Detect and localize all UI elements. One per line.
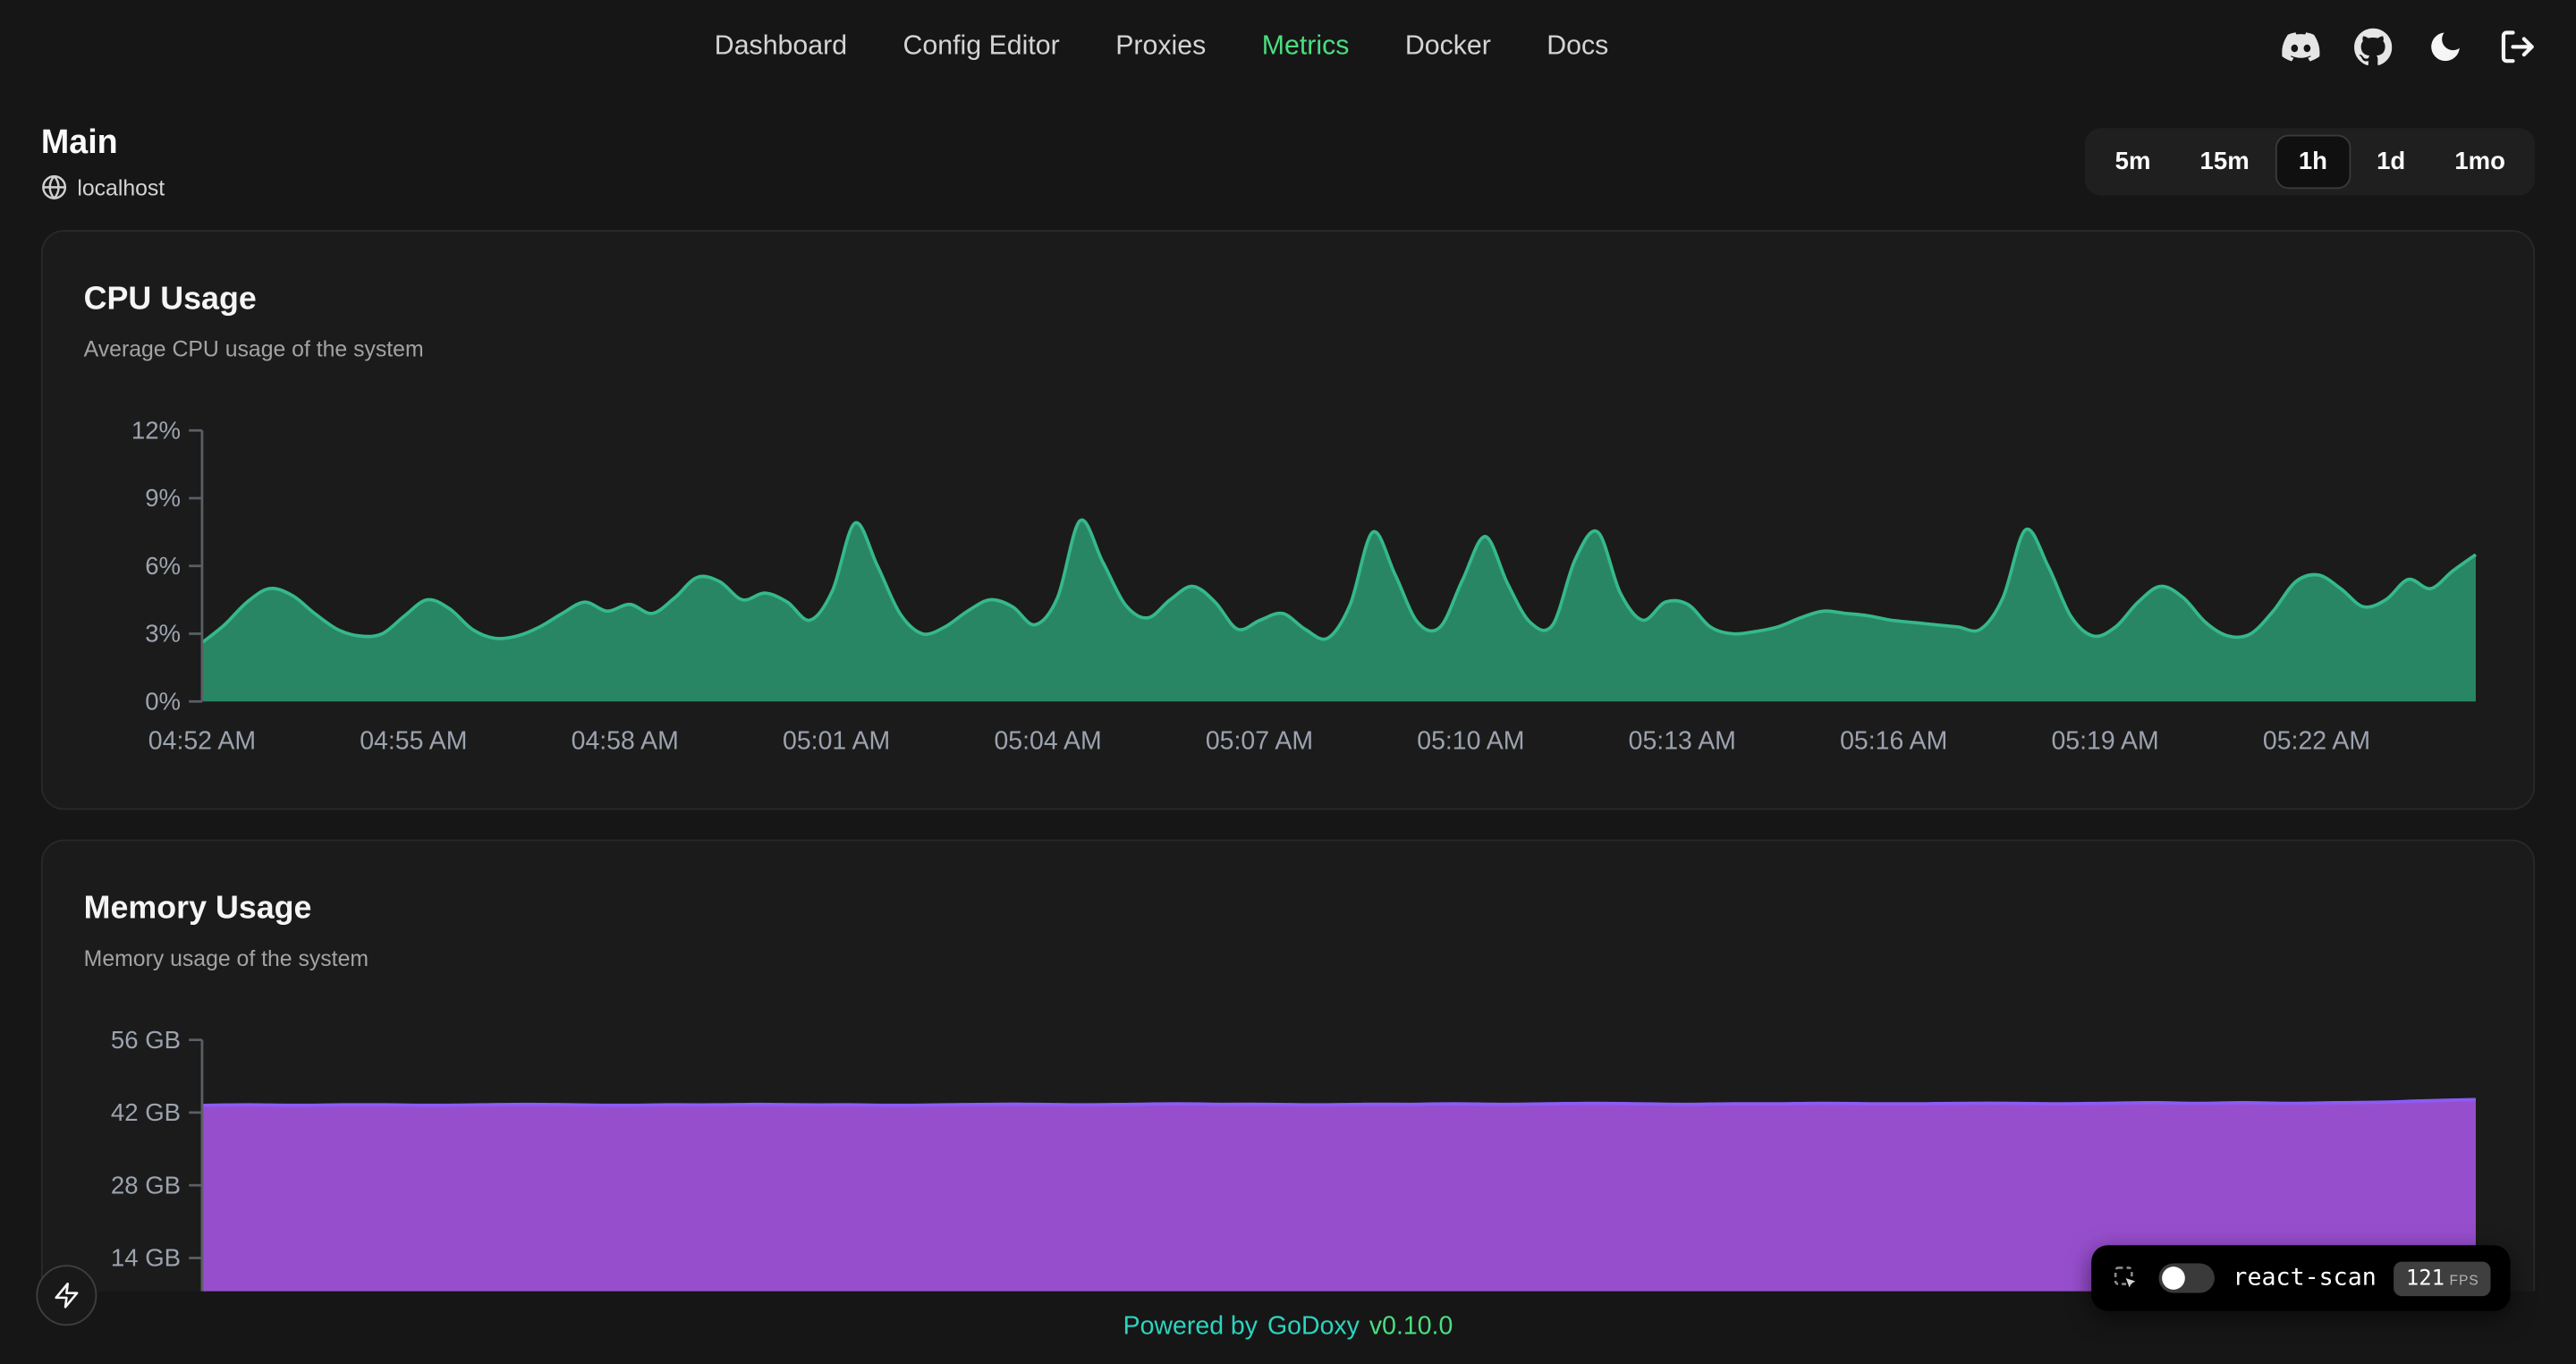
- react-scan-label: react-scan: [2233, 1265, 2376, 1291]
- globe-icon: [41, 174, 67, 200]
- fps-value: 121: [2406, 1266, 2445, 1291]
- svg-text:05:22 AM: 05:22 AM: [2263, 727, 2370, 756]
- time-range-1mo[interactable]: 1mo: [2432, 135, 2529, 190]
- site-info: Main localhost: [41, 122, 165, 200]
- header-icon-group: [2282, 0, 2537, 92]
- version-label: v0.10.0: [1369, 1313, 1453, 1343]
- dark-mode-moon-icon[interactable]: [2427, 27, 2464, 64]
- lightning-action-button[interactable]: [36, 1265, 97, 1326]
- hostname-label: localhost: [77, 175, 165, 200]
- svg-text:05:01 AM: 05:01 AM: [783, 727, 890, 756]
- time-range-1h[interactable]: 1h: [2275, 135, 2351, 190]
- nav-item-docker[interactable]: Docker: [1405, 30, 1491, 62]
- svg-text:6%: 6%: [145, 552, 181, 580]
- fps-badge: 121 FPS: [2394, 1261, 2490, 1296]
- svg-text:04:52 AM: 04:52 AM: [148, 727, 256, 756]
- top-navigation: Dashboard Config Editor Proxies Metrics …: [0, 0, 2576, 92]
- page-header: Main localhost 5m 15m 1h 1d 1mo: [0, 92, 2576, 200]
- nav-item-metrics[interactable]: Metrics: [1262, 30, 1350, 62]
- svg-text:05:10 AM: 05:10 AM: [1417, 727, 1524, 756]
- svg-text:14 GB: 14 GB: [111, 1244, 181, 1272]
- page-title: Main: [41, 122, 165, 165]
- time-range-1d[interactable]: 1d: [2353, 135, 2428, 190]
- svg-text:12%: 12%: [131, 416, 181, 444]
- memory-card-title: Memory Usage: [84, 887, 2493, 930]
- svg-text:05:04 AM: 05:04 AM: [994, 727, 1101, 756]
- lightning-bolt-icon: [53, 1282, 80, 1309]
- svg-text:04:55 AM: 04:55 AM: [360, 727, 467, 756]
- inspect-element-icon[interactable]: [2112, 1263, 2141, 1292]
- nav-item-dashboard[interactable]: Dashboard: [715, 30, 847, 62]
- powered-by-label: Powered by: [1123, 1313, 1258, 1343]
- cpu-card-subtitle: Average CPU usage of the system: [84, 335, 2493, 365]
- toggle-knob: [2162, 1267, 2185, 1290]
- host-row: localhost: [41, 174, 165, 200]
- svg-text:0%: 0%: [145, 687, 181, 715]
- github-icon[interactable]: [2354, 27, 2392, 64]
- svg-text:04:58 AM: 04:58 AM: [572, 727, 679, 756]
- nav-item-docs[interactable]: Docs: [1546, 30, 1608, 62]
- nav-item-proxies[interactable]: Proxies: [1115, 30, 1206, 62]
- react-scan-toggle[interactable]: [2159, 1263, 2215, 1292]
- memory-card-subtitle: Memory usage of the system: [84, 945, 2493, 974]
- svg-text:05:16 AM: 05:16 AM: [1840, 727, 1947, 756]
- svg-text:42 GB: 42 GB: [111, 1098, 181, 1126]
- cpu-card-title: CPU Usage: [84, 277, 2493, 320]
- svg-text:3%: 3%: [145, 620, 181, 648]
- svg-text:05:19 AM: 05:19 AM: [2051, 727, 2158, 756]
- svg-text:28 GB: 28 GB: [111, 1171, 181, 1199]
- svg-text:05:13 AM: 05:13 AM: [1629, 727, 1736, 756]
- react-scan-toolbar: react-scan 121 FPS: [2091, 1245, 2510, 1310]
- nav-item-config-editor[interactable]: Config Editor: [903, 30, 1060, 62]
- logout-icon[interactable]: [2499, 27, 2537, 64]
- time-range-5m[interactable]: 5m: [2092, 135, 2174, 190]
- cpu-usage-card: CPU Usage Average CPU usage of the syste…: [41, 230, 2535, 809]
- godoxy-metrics-page: Dashboard Config Editor Proxies Metrics …: [0, 0, 2576, 1363]
- fps-unit: FPS: [2450, 1271, 2479, 1287]
- main-nav: Dashboard Config Editor Proxies Metrics …: [0, 0, 2323, 92]
- cpu-usage-chart[interactable]: 12% 9% 6% 3% 0% 04:52 AM 04:55 AM 04:58 AM 05:01…: [84, 414, 2493, 767]
- time-range-15m[interactable]: 15m: [2177, 135, 2273, 190]
- godoxy-link[interactable]: GoDoxy: [1267, 1313, 1360, 1343]
- discord-icon[interactable]: [2282, 27, 2319, 64]
- svg-text:56 GB: 56 GB: [111, 1026, 181, 1054]
- svg-text:05:07 AM: 05:07 AM: [1206, 727, 1313, 756]
- time-range-selector: 5m 15m 1h 1d 1mo: [2086, 128, 2536, 195]
- svg-text:9%: 9%: [145, 484, 181, 512]
